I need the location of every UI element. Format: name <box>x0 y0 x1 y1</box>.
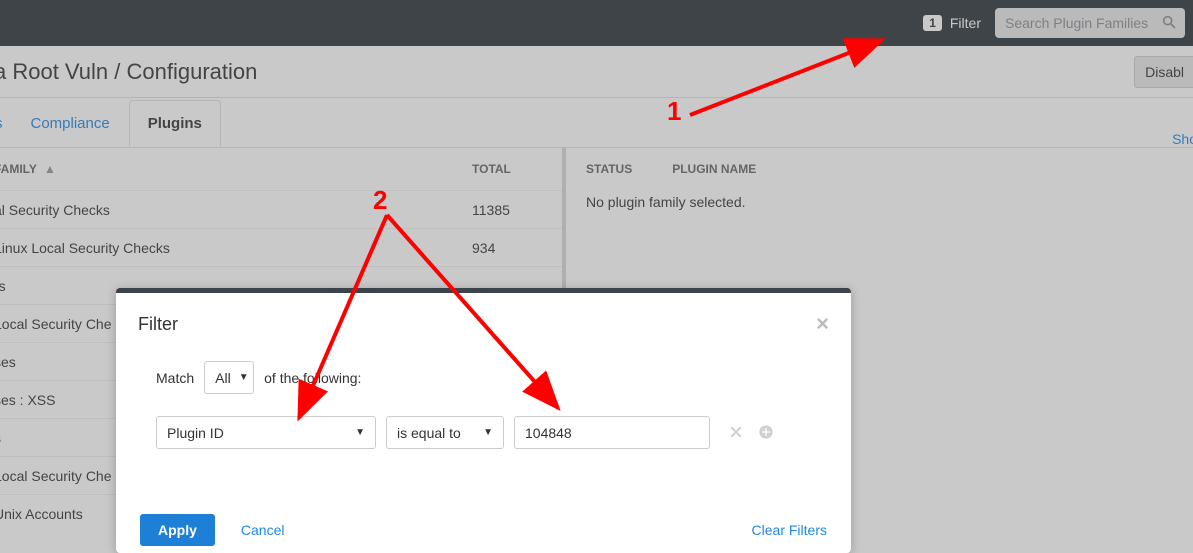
match-mode-value: All <box>215 370 231 386</box>
rule-field-value: Plugin ID <box>167 425 224 441</box>
family-total: 934 <box>472 240 562 256</box>
family-row[interactable]: al Security Checks11385 <box>0 190 562 228</box>
filter-count-badge: 1 <box>923 15 942 31</box>
chevron-down-icon: ▼ <box>483 427 493 438</box>
close-icon[interactable]: × <box>816 311 829 337</box>
family-header[interactable]: FAMILY ▲ <box>0 162 472 176</box>
tab-fragment-left[interactable]: s <box>0 100 12 147</box>
show-link[interactable]: Sho <box>1172 131 1193 147</box>
status-header: STATUS <box>586 162 632 176</box>
apply-button[interactable]: Apply <box>140 514 215 546</box>
match-row: Match All ▼ of the following: <box>156 361 811 394</box>
families-column-headers: FAMILY ▲ TOTAL <box>0 148 562 190</box>
clear-filters-button[interactable]: Clear Filters <box>752 522 827 538</box>
top-bar: 1 Filter <box>0 0 1193 46</box>
filter-label: Filter <box>950 15 981 31</box>
family-row[interactable]: Linux Local Security Checks934 <box>0 228 562 266</box>
family-header-label: FAMILY <box>0 162 37 176</box>
tab-compliance[interactable]: Compliance <box>12 100 129 147</box>
search-input[interactable] <box>995 8 1185 38</box>
search-icon[interactable] <box>1161 14 1177 30</box>
tabs-row: s Compliance Plugins Sho <box>0 98 1193 148</box>
disable-button[interactable]: Disabl <box>1134 56 1193 88</box>
filter-rule-row: Plugin ID ▼ is equal to ▼ <box>156 416 811 449</box>
filter-button[interactable]: 1 Filter <box>923 15 981 31</box>
page-title-row: a Root Vuln / Configuration Disabl <box>0 46 1193 98</box>
family-name: Linux Local Security Checks <box>0 240 472 256</box>
modal-title: Filter <box>138 314 178 335</box>
search-box <box>995 8 1185 38</box>
tabs: s Compliance Plugins <box>0 98 221 147</box>
chevron-down-icon: ▼ <box>239 372 249 383</box>
modal-header: Filter × <box>116 293 851 351</box>
sort-ascending-icon: ▲ <box>44 162 56 176</box>
tab-plugins[interactable]: Plugins <box>129 100 221 147</box>
match-label-post: of the following: <box>264 370 361 386</box>
cancel-button[interactable]: Cancel <box>241 522 285 538</box>
match-label-pre: Match <box>156 370 194 386</box>
modal-footer: Apply Cancel Clear Filters <box>116 507 851 553</box>
modal-body: Match All ▼ of the following: Plugin ID … <box>116 351 851 449</box>
filter-modal: Filter × Match All ▼ of the following: P… <box>116 288 851 553</box>
page-title: a Root Vuln / Configuration <box>0 59 257 85</box>
chevron-down-icon: ▼ <box>355 427 365 438</box>
rule-field-select[interactable]: Plugin ID ▼ <box>156 416 376 449</box>
remove-rule-icon[interactable] <box>728 424 746 442</box>
family-total: 11385 <box>472 202 562 218</box>
rule-value-input[interactable] <box>514 416 710 449</box>
add-rule-icon[interactable] <box>758 424 776 442</box>
rule-operator-value: is equal to <box>397 425 461 441</box>
total-header[interactable]: TOTAL <box>472 162 562 176</box>
match-mode-select[interactable]: All ▼ <box>204 361 254 394</box>
rule-actions <box>728 424 776 442</box>
rule-operator-select[interactable]: is equal to ▼ <box>386 416 504 449</box>
family-name: al Security Checks <box>0 202 472 218</box>
plugins-column-headers: STATUS PLUGIN NAME <box>586 148 1193 190</box>
plugin-name-header: PLUGIN NAME <box>672 162 756 176</box>
no-family-selected-message: No plugin family selected. <box>586 190 1193 210</box>
